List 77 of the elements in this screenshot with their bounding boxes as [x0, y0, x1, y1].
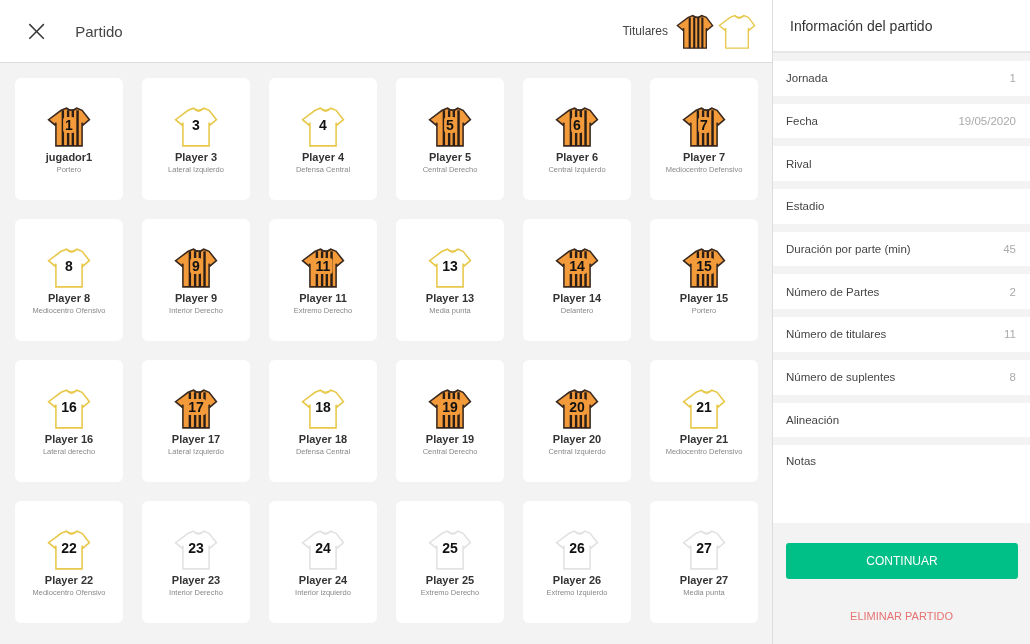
player-name: Player 26	[552, 574, 602, 586]
shirt-number: 1	[63, 117, 75, 133]
player-name: Player 6	[555, 151, 599, 163]
player-name: jugador1	[45, 151, 93, 163]
player-name: Player 24	[298, 574, 348, 586]
shirt-number: 17	[186, 399, 206, 415]
player-name: Player 4	[301, 151, 345, 163]
field-label: Fecha	[786, 115, 818, 128]
shirt-number: 19	[440, 399, 460, 415]
player-name: Player 16	[44, 433, 94, 445]
field-label: Número de suplentes	[786, 371, 896, 384]
field-value: 19/05/2020	[958, 115, 1016, 128]
form-field[interactable]: Duración por parte (min) 45	[773, 231, 1030, 267]
form-field[interactable]: Estadio	[773, 189, 1030, 224]
field-value: 2	[1009, 285, 1016, 298]
shirt-number: 27	[695, 540, 713, 556]
shirt-number: 7	[698, 117, 710, 133]
shirt-number: 11	[313, 258, 333, 274]
form-field[interactable]: Número de suplentes 8	[773, 359, 1030, 395]
kits-label: Titulares	[622, 24, 668, 38]
shirt-number: 9	[190, 258, 202, 274]
player-name: Player 11	[299, 292, 347, 304]
player-name: Player 3	[174, 151, 218, 163]
player-name: Player 21	[679, 433, 729, 445]
field-label: Estadio	[786, 200, 825, 213]
player-name: Player 9	[174, 292, 218, 304]
player-name: Player 15	[679, 292, 729, 304]
player-name: Player 20	[552, 433, 602, 445]
player-name: Player 22	[44, 574, 94, 586]
shirt-number: 14	[567, 258, 587, 274]
shirt-number: 16	[60, 399, 78, 415]
notes-field[interactable]: Notas	[773, 445, 1030, 524]
field-value: 11	[1004, 328, 1016, 341]
player-name: Player 7	[682, 151, 726, 163]
field-label: Número de Partes	[786, 285, 880, 298]
shirt-number: 20	[567, 399, 587, 415]
shirt-number: 3	[191, 117, 201, 133]
field-value: 45	[1003, 243, 1016, 256]
shirt-number: 23	[187, 540, 205, 556]
form-field[interactable]: Fecha 19/05/2020	[773, 103, 1030, 139]
shirt-number: 5	[444, 117, 456, 133]
field-label: Alineación	[786, 413, 840, 426]
shirt-number: 6	[571, 117, 583, 133]
player-name: Player 18	[298, 433, 348, 445]
form-field[interactable]: Jornada 1	[773, 61, 1030, 96]
shirt-number: 21	[695, 399, 713, 415]
player-name: Player 27	[679, 574, 729, 586]
player-name: Player 17	[171, 433, 221, 445]
shirt-number: 4	[318, 117, 328, 133]
close-button[interactable]: ×	[18, 16, 56, 46]
form-field[interactable]: Número de Partes 2	[773, 274, 1030, 310]
shirt-number: 15	[694, 258, 714, 274]
player-name: Player 14	[552, 292, 602, 304]
field-label: Duración por parte (min)	[786, 243, 911, 256]
shirt-number: 13	[441, 258, 459, 274]
player-name: Player 5	[428, 151, 472, 163]
field-label: Número de titulares	[786, 328, 887, 341]
page-title: Partido	[75, 22, 124, 40]
field-value: 1	[1009, 72, 1016, 85]
field-label: Rival	[786, 157, 812, 170]
form-field[interactable]: Número de titulares 11	[773, 317, 1030, 352]
shirt-number: 8	[64, 258, 74, 274]
shirt-number: 25	[441, 540, 459, 556]
shirt-number: 18	[314, 399, 332, 415]
player-name: Player 19	[425, 433, 475, 445]
player-name: Player 23	[171, 574, 221, 586]
field-label: Jornada	[786, 72, 828, 85]
player-name: Player 25	[425, 574, 475, 586]
panel-title: Información del partido	[773, 0, 1030, 53]
field-value: 8	[1009, 371, 1016, 384]
form-field[interactable]: Rival	[773, 146, 1030, 182]
player-name: Player 8	[47, 292, 91, 304]
shirt-number: 22	[60, 540, 78, 556]
form-field[interactable]: Alineación	[773, 402, 1030, 438]
shirt-number: 26	[568, 540, 586, 556]
shirt-number: 24	[314, 540, 332, 556]
player-name: Player 13	[425, 292, 475, 304]
